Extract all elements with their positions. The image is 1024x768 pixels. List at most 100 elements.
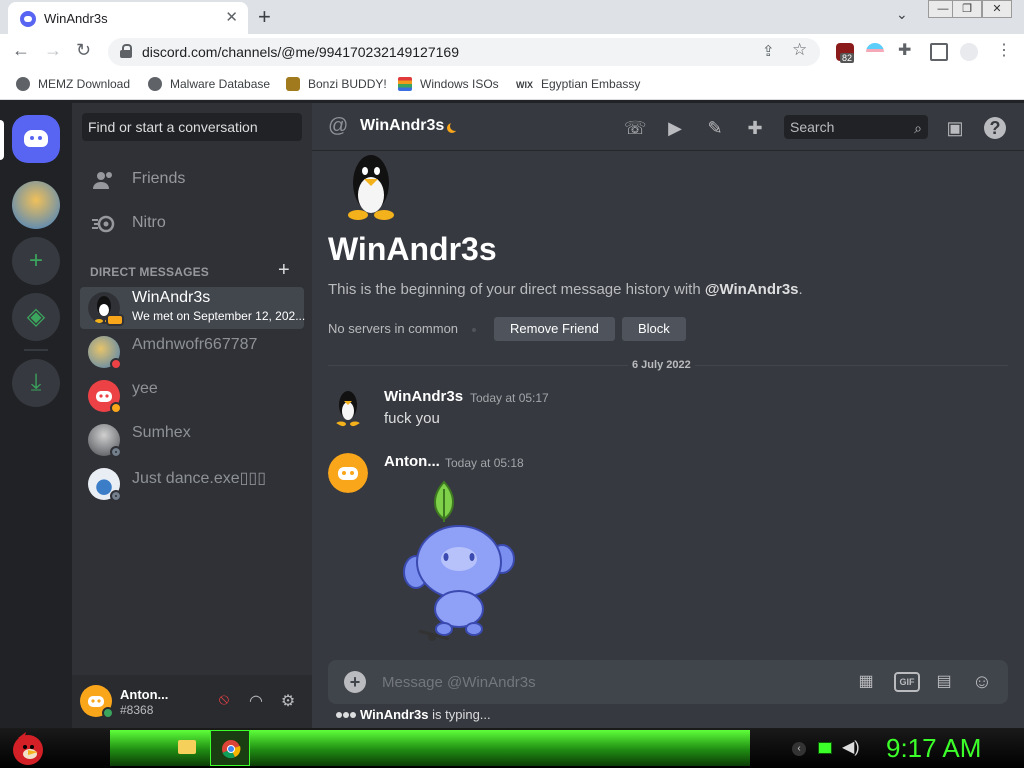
dm-name: Sumhex — [132, 424, 191, 441]
tray-chevron-icon[interactable]: ‹ — [792, 742, 806, 756]
dm-item[interactable]: yee — [80, 375, 304, 417]
typing-dot — [350, 712, 356, 718]
dm-item[interactable]: WinAndr3s We met on September 12, 202... — [80, 287, 305, 329]
voice-call-icon[interactable]: ☏ — [624, 117, 647, 139]
user-tag: #8368 — [120, 703, 154, 717]
start-angry-bird-icon[interactable] — [8, 728, 48, 768]
message-timestamp: Today at 05:17 — [470, 391, 549, 405]
address-url: discord.com/channels/@me/994170232149127… — [142, 44, 459, 60]
dm-item[interactable]: Sumhex — [80, 419, 304, 461]
address-bar[interactable]: discord.com/channels/@me/994170232149127… — [108, 38, 820, 66]
user-panel: Anton... #8368 ⦸ ◠ ⚙ — [72, 675, 312, 728]
create-dm-plus-icon[interactable]: + — [278, 259, 290, 282]
globe-icon — [148, 77, 162, 91]
reload-icon[interactable]: ↻ — [76, 40, 91, 61]
new-tab-button[interactable]: + — [258, 4, 271, 30]
add-server-button[interactable]: + — [12, 237, 60, 285]
dm-name: Just dance.exe▯▯▯ — [132, 470, 267, 487]
home-button[interactable] — [12, 115, 60, 163]
headphones-icon[interactable]: ◠ — [246, 691, 266, 711]
message-author[interactable]: WinAndr3s — [384, 388, 463, 405]
message-composer: + ▦ GIF ▤ ☺ — [328, 660, 1008, 704]
network-icon[interactable] — [818, 742, 832, 754]
message-text: fuck you — [384, 410, 440, 427]
find-conversation-input[interactable]: Find or start a conversation — [82, 113, 302, 141]
profile-avatar-icon[interactable] — [960, 43, 978, 61]
message-input[interactable] — [382, 670, 842, 694]
explore-servers-button[interactable]: ◈ — [12, 293, 60, 341]
separator-dot — [472, 328, 476, 332]
chrome-taskbar-button[interactable] — [210, 730, 250, 766]
at-icon: @ — [328, 115, 349, 137]
menu-kebab-icon[interactable]: ⋮ — [996, 40, 1012, 60]
status-idle-icon — [110, 402, 122, 414]
close-window-button[interactable]: ✕ — [982, 0, 1012, 18]
direct-messages-heading: DIRECT MESSAGES — [90, 265, 210, 279]
extension-badge: 82 — [840, 53, 855, 63]
bookmark-windows-isos[interactable]: Windows ISOs — [398, 77, 499, 91]
add-friends-to-dm-icon[interactable]: ✚ — [744, 117, 766, 139]
search-icon: ⌕ — [914, 120, 922, 136]
dm-item[interactable]: Just dance.exe▯▯▯ — [80, 463, 304, 505]
settings-gear-icon[interactable]: ⚙ — [278, 691, 298, 711]
remove-friend-button[interactable]: Remove Friend — [494, 317, 615, 341]
dm-name: yee — [132, 380, 158, 397]
status-online-icon — [102, 707, 114, 719]
chat-area: @ WinAndr3s ☏ ▶ ✎ ✚ Search ⌕ ▣ ? WinAndr… — [312, 103, 1024, 728]
extensions-puzzle-icon[interactable]: ✚ — [898, 40, 916, 59]
video-call-icon[interactable]: ▶ — [664, 117, 686, 139]
typing-user: WinAndr3s — [360, 707, 429, 722]
inbox-icon[interactable]: ▣ — [944, 117, 966, 139]
back-arrow-icon[interactable]: ← — [12, 40, 30, 61]
dm-intro-text: This is the beginning of your direct mes… — [328, 281, 803, 298]
ublock-extension-icon[interactable]: 82 — [836, 43, 855, 63]
search-input[interactable]: Search ⌕ — [784, 115, 928, 139]
maximize-button[interactable]: ❐ — [952, 0, 982, 18]
compass-icon: ◈ — [26, 303, 46, 330]
penguin-avatar[interactable] — [328, 387, 368, 427]
gif-icon[interactable]: GIF — [894, 672, 920, 692]
bookmark-egyptian-embassy[interactable]: WIX Egyptian Embassy — [516, 77, 640, 91]
bookmark-memz[interactable]: MEMZ Download — [16, 77, 130, 91]
pinned-messages-icon[interactable]: ✎ — [704, 117, 726, 139]
volume-icon[interactable]: ◀) — [842, 737, 860, 757]
bookmark-malware-database[interactable]: Malware Database — [148, 77, 270, 91]
sticker-icon[interactable]: ▤ — [932, 671, 956, 693]
server-icon[interactable] — [12, 181, 60, 229]
help-icon[interactable]: ? — [984, 117, 1006, 139]
download-apps-button[interactable]: ⤓ — [12, 359, 60, 407]
typing-indicator: WinAndr3s is typing... — [336, 707, 491, 722]
tab-search-chevron-icon[interactable]: ⌄ — [896, 6, 908, 23]
nav-friends[interactable]: Friends — [80, 159, 304, 201]
dm-item[interactable]: Amdnwofr667787 — [80, 331, 304, 373]
browser-tabstrip: WinAndr3s ✕ + ⌄ — ❐ ✕ — [0, 0, 1024, 34]
dm-intro-title: WinAndr3s — [328, 231, 497, 267]
chat-header: @ WinAndr3s ☏ ▶ ✎ ✚ Search ⌕ ▣ ? — [312, 103, 1024, 151]
side-panel-icon[interactable] — [930, 43, 948, 61]
attach-plus-icon[interactable]: + — [344, 671, 366, 693]
no-servers-in-common: No servers in common — [328, 321, 459, 336]
tab-close-icon[interactable]: ✕ — [225, 8, 238, 26]
browser-tab[interactable]: WinAndr3s ✕ — [8, 2, 248, 34]
discord-default-avatar[interactable] — [328, 453, 368, 493]
typing-dot — [343, 712, 349, 718]
share-icon[interactable]: ⇪ — [762, 42, 775, 60]
block-button[interactable]: Block — [622, 317, 686, 341]
status-offline-icon — [110, 446, 122, 458]
mute-mic-icon[interactable]: ⦸ — [214, 691, 234, 711]
friends-icon — [93, 172, 112, 189]
plus-icon: + — [28, 247, 43, 274]
nav-nitro[interactable]: Nitro — [80, 203, 304, 245]
forward-arrow-icon[interactable]: → — [44, 40, 62, 61]
gift-icon[interactable]: ▦ — [854, 671, 878, 693]
message-author[interactable]: Anton... — [384, 453, 440, 470]
file-explorer-icon[interactable] — [178, 740, 196, 754]
download-icon: ⤓ — [30, 369, 42, 396]
status-offline-icon — [110, 490, 122, 502]
flag-extension-icon[interactable] — [866, 43, 884, 61]
taskbar-clock[interactable]: 9:17 AM — [886, 733, 981, 764]
bookmark-star-icon[interactable]: ☆ — [792, 40, 807, 60]
emoji-icon[interactable]: ☺ — [970, 671, 994, 693]
bookmark-bonzi[interactable]: Bonzi BUDDY! — [286, 77, 387, 91]
nav-friends-label: Friends — [132, 170, 186, 187]
